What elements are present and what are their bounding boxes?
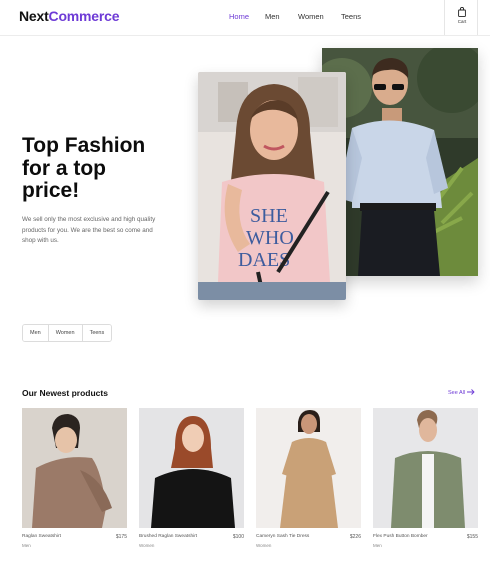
site-header: NextCommerce Home Men Women Teens Cart <box>0 0 490 36</box>
product-name[interactable]: Flex Push Button Bomber <box>373 534 428 539</box>
hero-description-line: shop with us. <box>22 237 59 244</box>
nav-men[interactable]: Men <box>265 12 280 21</box>
product-name[interactable]: Brushed Raglan Sweatshirt <box>139 534 197 539</box>
svg-text:WHO: WHO <box>246 227 294 249</box>
product-image[interactable] <box>139 408 244 528</box>
nav-teens[interactable]: Teens <box>341 12 361 21</box>
brand-logo-part2: Commerce <box>48 8 120 24</box>
cart-label: Cart <box>457 19 467 24</box>
hero-title-line: Top Fashion <box>22 134 146 157</box>
hero-title-line: for a top <box>22 156 106 180</box>
see-all-label: See All <box>448 390 466 396</box>
nav-home[interactable]: Home <box>229 12 249 21</box>
filter-women[interactable]: Women <box>48 325 83 341</box>
product-category: Women <box>256 543 272 548</box>
product-category: Men <box>22 543 31 548</box>
newest-products-title: Our Newest products <box>22 388 108 398</box>
product-image[interactable] <box>373 408 478 528</box>
product-name[interactable]: Cameryn Sash Tie Dress <box>256 534 309 539</box>
product-category: Men <box>373 543 382 548</box>
product-image[interactable] <box>256 408 361 528</box>
hero-title: Top Fashion for a top price! <box>22 134 192 203</box>
product-price: $226 <box>349 534 361 540</box>
hero-description-line: products for you. We are the best so com… <box>22 226 153 234</box>
product-name[interactable]: Raglan Sweatshirt <box>22 534 61 539</box>
product-price: $155 <box>466 534 478 540</box>
cart-button[interactable]: Cart <box>444 0 478 35</box>
brand-logo[interactable]: NextCommerce <box>19 8 120 24</box>
category-filter: Men Women Teens <box>22 324 113 342</box>
hero-description: We sell only the most exclusive and high… <box>22 215 182 247</box>
hero-description-line: We sell only the most exclusive and high… <box>22 216 156 223</box>
product-price: $175 <box>115 534 127 540</box>
product-image[interactable] <box>22 408 127 528</box>
product-category: Women <box>139 543 155 548</box>
arrow-right-icon <box>466 389 475 395</box>
filter-men[interactable]: Men <box>23 325 49 341</box>
shopping-bag-icon <box>458 7 466 17</box>
svg-text:SHE: SHE <box>250 205 288 227</box>
hero-title-line: price! <box>22 179 80 202</box>
brand-logo-part1: Next <box>19 8 49 24</box>
hero-image-woman: SHE WHO DAES <box>198 72 346 300</box>
see-all-link[interactable]: See All <box>448 389 475 396</box>
product-price: $100 <box>232 534 244 540</box>
nav-women[interactable]: Women <box>298 12 324 21</box>
filter-teens[interactable]: Teens <box>82 325 112 341</box>
